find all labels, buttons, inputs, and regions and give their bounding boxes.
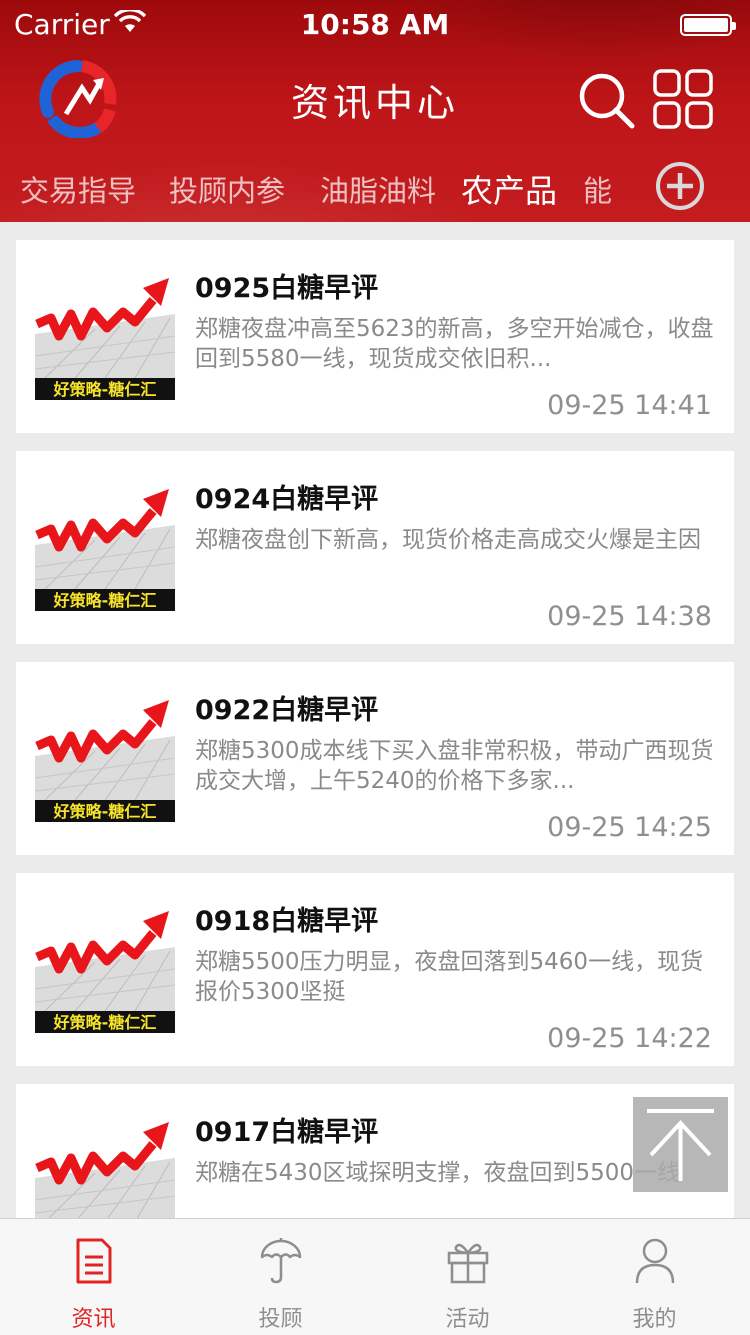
umbrella-icon [260,1238,302,1284]
plus-circle-icon[interactable] [654,160,706,212]
category-tabs: 交易指导 投顾内参 油脂油料 农产品 能 [0,160,640,216]
grid-menu-icon[interactable] [652,68,714,130]
tab-advisor-notes[interactable]: 投顾内参 [169,168,285,210]
article-time: 09-25 14:22 [547,1023,712,1054]
thumbnail-caption: 好策略-糖仁汇 [53,1013,157,1032]
article-time: 09-25 14:41 [547,390,712,421]
article-thumbnail: 好策略-糖仁汇 [35,907,175,1033]
tab-profile[interactable]: 我的 [561,1219,748,1335]
tab-events-label: 活动 [445,1307,490,1332]
status-bar: Carrier 10:58 AM [0,0,750,50]
article-card[interactable]: 好策略-糖仁汇 0917白糖早评 郑糖在5430区域探明支撑，夜盘回到5500一… [16,1084,734,1218]
article-card[interactable]: 好策略-糖仁汇 0925白糖早评 郑糖夜盘冲高至5623的新高，多空开始减仓，收… [16,240,734,433]
article-time: 09-25 14:25 [547,812,712,843]
article-card[interactable]: 好策略-糖仁汇 0918白糖早评 郑糖5500压力明显，夜盘回落到5460一线，… [16,873,734,1066]
header: Carrier 10:58 AM 资讯中心 交易指导 投顾内参 油脂油料 农产品… [0,0,750,222]
tab-energy[interactable]: 能 [583,168,612,210]
article-thumbnail: 好策略-糖仁汇 [35,1118,175,1218]
tab-oils-oilseeds[interactable]: 油脂油料 [320,168,436,210]
article-time: 09-25 14:38 [547,601,712,632]
article-summary: 郑糖夜盘冲高至5623的新高，多空开始减仓，收盘回到5580一线，现货成交依旧积… [195,316,714,372]
article-thumbnail: 好策略-糖仁汇 [35,485,175,611]
article-summary: 郑糖5500压力明显，夜盘回落到5460一线，现货报价5300坚挺 [195,949,704,1005]
battery-icon [680,14,736,36]
back-to-top-button[interactable] [633,1097,728,1192]
article-list[interactable]: 好策略-糖仁汇 0925白糖早评 郑糖夜盘冲高至5623的新高，多空开始减仓，收… [0,222,750,1218]
tab-advisor[interactable]: 投顾 [187,1219,374,1335]
status-time: 10:58 AM [300,8,450,41]
thumbnail-caption: 好策略-糖仁汇 [53,591,157,610]
article-summary: 郑糖夜盘创下新高，现货价格走高成交火爆是主因 [195,527,701,553]
gift-icon [447,1243,489,1284]
tab-profile-label: 我的 [632,1307,677,1332]
tab-trading-guide[interactable]: 交易指导 [20,168,136,210]
tab-news-label: 资讯 [71,1307,116,1332]
article-summary: 郑糖5300成本线下买入盘非常积极，带动广西现货成交大增，上午5240的价格下多… [195,738,714,794]
article-title: 0917白糖早评 [195,1117,379,1148]
article-title: 0925白糖早评 [195,273,379,304]
article-thumbnail: 好策略-糖仁汇 [35,696,175,822]
tab-agricultural-products[interactable]: 农产品 [461,166,557,212]
tab-advisor-label: 投顾 [258,1307,303,1332]
search-icon[interactable] [576,70,636,130]
person-icon [635,1238,675,1284]
document-icon [76,1238,112,1284]
article-card[interactable]: 好策略-糖仁汇 0922白糖早评 郑糖5300成本线下买入盘非常积极，带动广西现… [16,662,734,855]
thumbnail-caption: 好策略-糖仁汇 [53,802,157,821]
article-thumbnail: 好策略-糖仁汇 [35,274,175,400]
article-title: 0924白糖早评 [195,484,379,515]
arrow-to-top-icon [647,1109,714,1181]
article-card[interactable]: 好策略-糖仁汇 0924白糖早评 郑糖夜盘创下新高，现货价格走高成交火爆是主因 … [16,451,734,644]
bottom-tab-bar: 资讯 投顾 活动 我的 [0,1218,750,1335]
page-title: 资讯中心 [290,81,459,125]
tab-news[interactable]: 资讯 [0,1219,187,1335]
article-title: 0922白糖早评 [195,695,379,726]
thumbnail-caption: 好策略-糖仁汇 [53,380,157,399]
article-title: 0918白糖早评 [195,906,379,937]
tab-events[interactable]: 活动 [374,1219,561,1335]
